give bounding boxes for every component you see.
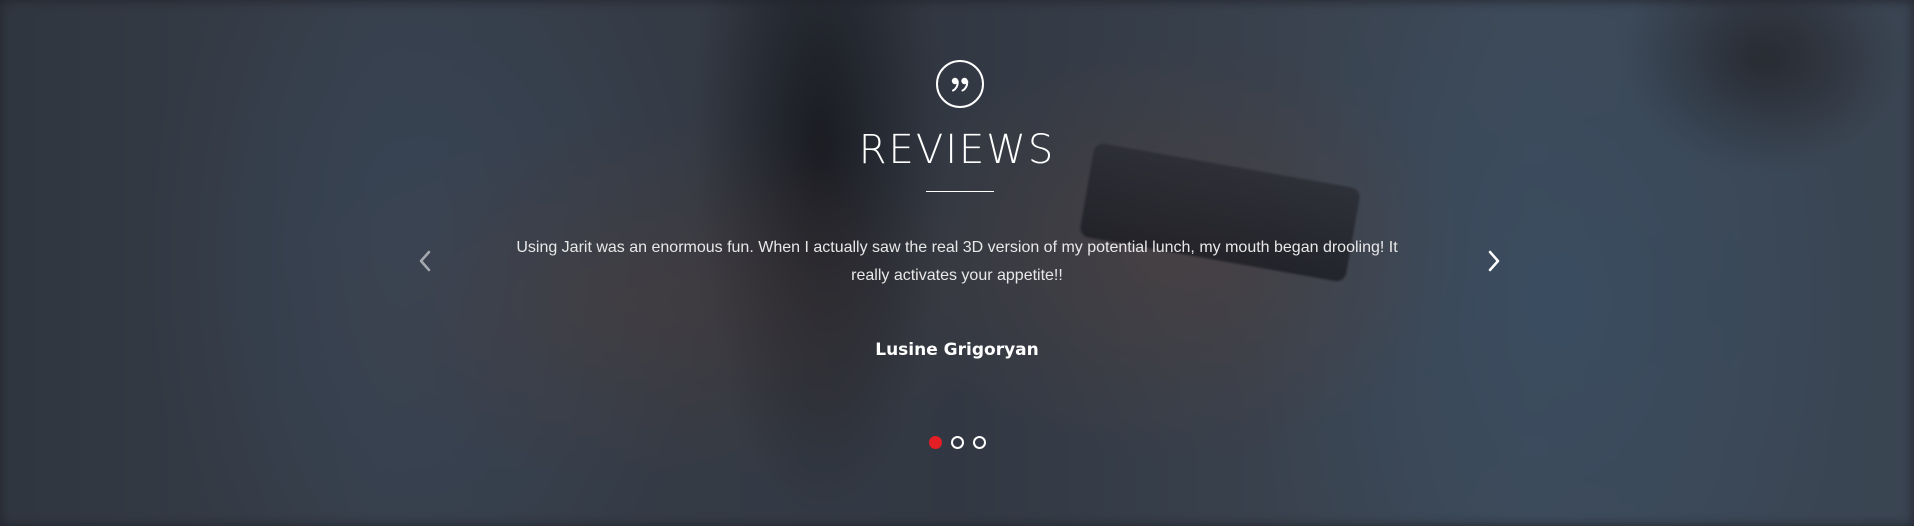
- review-text: Using Jarit was an enormous fun. When I …: [516, 239, 1398, 284]
- review-author: Lusine Grigoryan: [875, 340, 1039, 360]
- carousel-pagination: [0, 436, 1914, 449]
- title-divider: [926, 191, 994, 192]
- chevron-right-icon[interactable]: [1479, 246, 1509, 276]
- quote-icon: [936, 60, 984, 108]
- reviews-content: REVIEWS Using Jarit was an enormous fun.…: [0, 0, 1914, 526]
- chevron-left-icon[interactable]: [410, 246, 440, 276]
- reviews-section: REVIEWS Using Jarit was an enormous fun.…: [0, 0, 1914, 526]
- carousel-dot[interactable]: [972, 436, 986, 449]
- carousel-dot[interactable]: [928, 436, 942, 449]
- carousel-dot[interactable]: [950, 436, 964, 449]
- section-title: REVIEWS: [858, 127, 1056, 173]
